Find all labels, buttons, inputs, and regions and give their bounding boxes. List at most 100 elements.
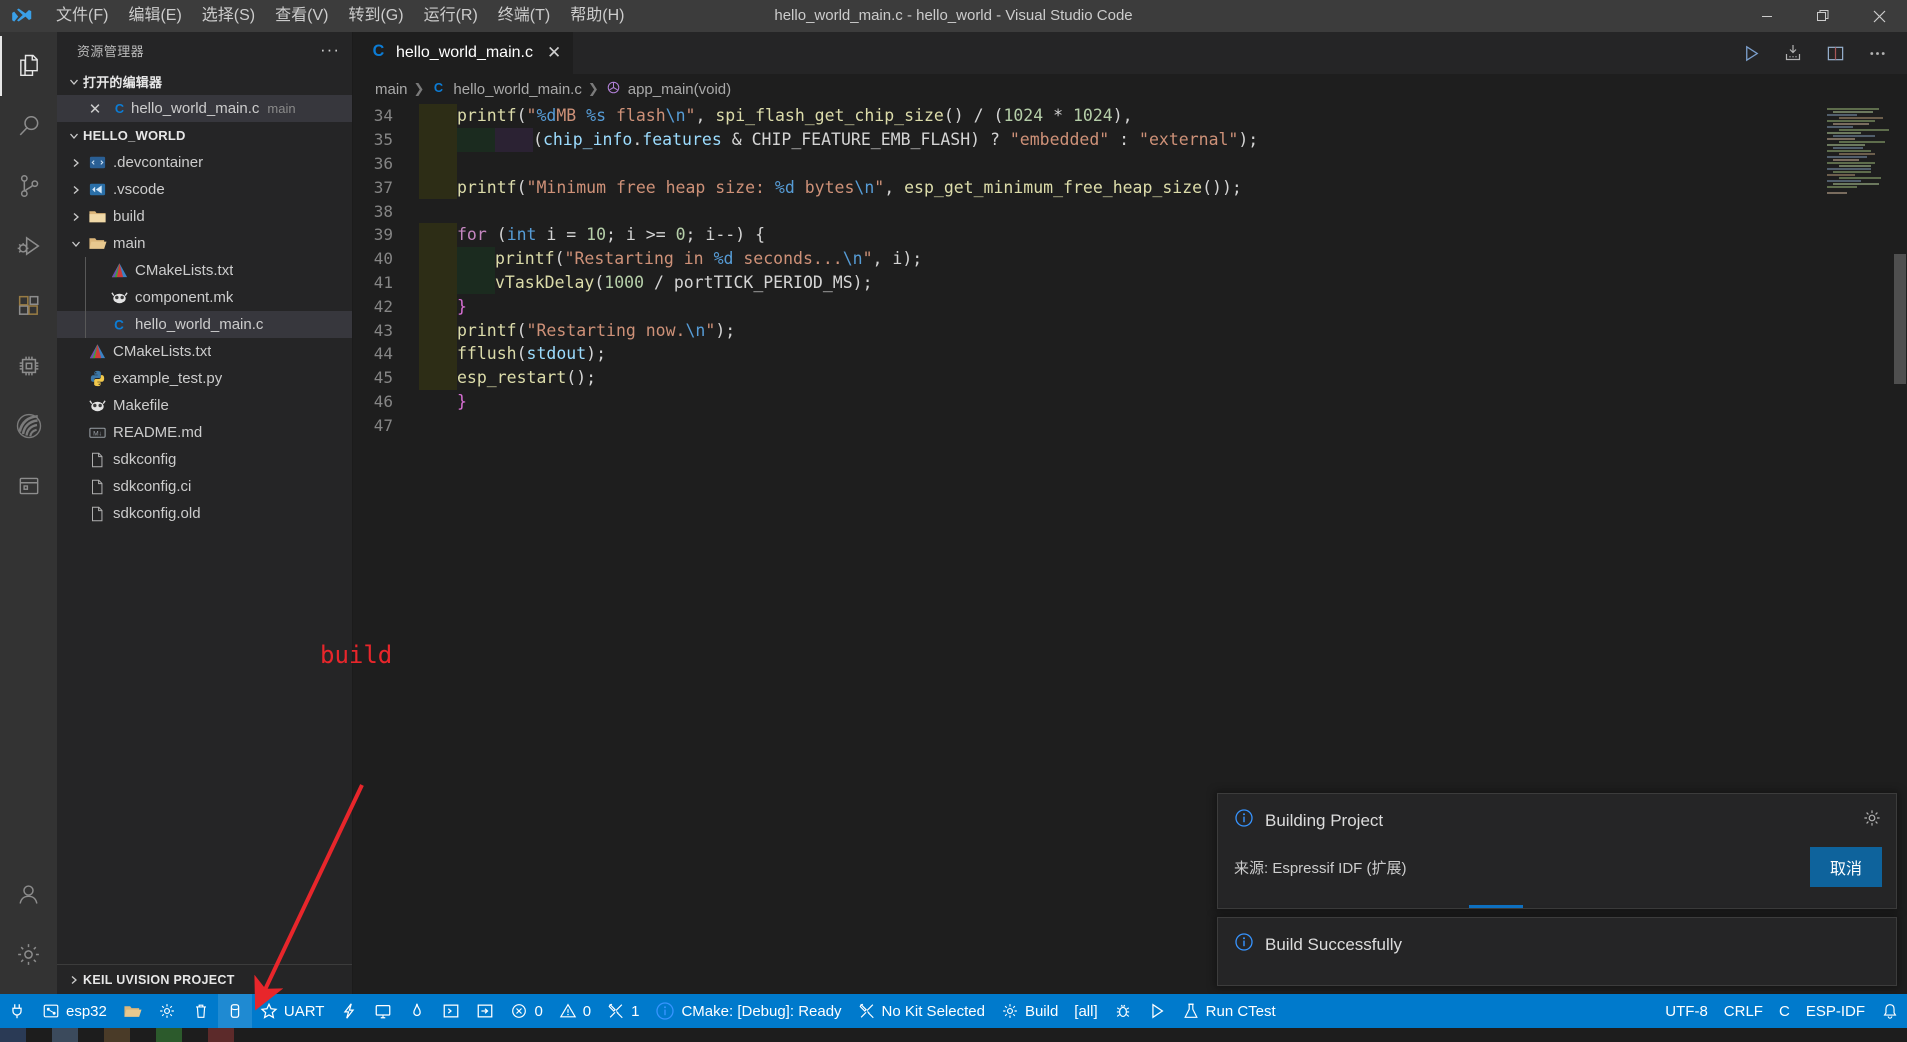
status-eol[interactable]: CRLF [1716,994,1771,1028]
status-monitor-uart[interactable]: UART [252,994,333,1028]
code-line[interactable]: 46} [353,390,1819,414]
sidebar-more-actions[interactable]: ··· [320,40,340,60]
status-cmake-build[interactable]: Build [993,994,1066,1028]
status-monitor-device[interactable] [366,994,400,1028]
tree-item-readme-md[interactable]: M↓ README.md [57,419,352,446]
code-line[interactable]: 41 vTaskDelay(1000 / portTICK_PERIOD_MS); [353,270,1819,295]
chevron-down-icon[interactable] [67,238,85,250]
status-encoding[interactable]: UTF-8 [1657,994,1716,1028]
menu-file[interactable]: 文件(F) [46,0,118,32]
menu-go[interactable]: 转到(G) [338,0,413,32]
minimize-button[interactable] [1739,0,1795,32]
tree-item-sdkconfig[interactable]: sdkconfig [57,446,352,473]
breadcrumb-main[interactable]: main [375,81,408,98]
flame-icon [408,1002,426,1020]
menu-view[interactable]: 查看(V) [265,0,338,32]
code-line[interactable]: 37 printf("Minimum free heap size: %d byt… [353,175,1819,200]
scrollbar-thumb[interactable] [1894,254,1906,384]
tree-item-build[interactable]: build [57,203,352,230]
tree-item-hello-world-main-c[interactable]: Chello_world_main.c [57,311,352,338]
code-line[interactable]: 38 [353,199,1819,223]
run-button[interactable] [1735,37,1767,69]
tab-close-icon[interactable]: ✕ [547,43,561,63]
status-warnings[interactable]: 0 [551,994,599,1028]
activity-chip[interactable] [0,336,57,396]
code-line[interactable]: 47 [353,413,1819,437]
status-errors[interactable]: 0 [502,994,550,1028]
menu-terminal[interactable]: 终端(T) [488,0,560,32]
activity-search[interactable] [0,96,57,156]
tree-item-component-mk[interactable]: component.mk [57,284,352,311]
chevron-right-icon[interactable] [67,184,85,196]
chevron-right-icon[interactable] [67,157,85,169]
code-line[interactable]: 35 (chip_info.features & CHIP_FEATURE_EMB… [353,127,1819,152]
tree-item-example-test-py[interactable]: example_test.py [57,365,352,392]
close-icon[interactable]: ✕ [83,100,107,118]
menu-run[interactable]: 运行(R) [414,0,488,32]
status-build-flash-monitor[interactable] [332,994,366,1028]
tree-item-sdkconfig-old[interactable]: sdkconfig.old [57,500,352,527]
status-open-terminal[interactable] [434,994,468,1028]
status-espidf-version[interactable]: ESP-IDF [1798,994,1873,1028]
menu-help[interactable]: 帮助(H) [560,0,634,32]
tree-item--devcontainer[interactable]: .devcontainer [57,149,352,176]
flash-download-button[interactable] [1777,37,1809,69]
close-button[interactable] [1851,0,1907,32]
activity-remote-explorer[interactable] [0,456,57,516]
tree-item-main[interactable]: main [57,230,352,257]
tree-item-cmakelists-txt[interactable]: CMakeLists.txt [57,338,352,365]
tab-hello-world-main-c[interactable]: C hello_world_main.c ✕ [353,32,575,74]
breadcrumb-file[interactable]: C hello_world_main.c [430,79,582,100]
code-line[interactable]: 43 printf("Restarting now.\n"); [353,318,1819,342]
status-target[interactable]: esp32 [34,994,115,1028]
menu-edit[interactable]: 编辑(E) [118,0,191,32]
status-build-target[interactable]: [all] [1066,994,1105,1028]
status-debug-flame[interactable] [400,994,434,1028]
code-line[interactable]: 45 esp_restart(); [353,365,1819,390]
status-cmake-status[interactable]: CMake: [Debug]: Ready [647,994,849,1028]
code-line[interactable]: 39 for (int i = 10; i >= 0; i--) { [353,222,1819,247]
activity-run-debug[interactable] [0,216,57,276]
status-language-mode[interactable]: C [1771,994,1798,1028]
status-login-shell[interactable] [468,994,502,1028]
code-line[interactable]: 44 fflush(stdout); [353,341,1819,366]
status-plug[interactable] [0,994,34,1028]
activity-explorer[interactable] [0,36,57,96]
menu-selection[interactable]: 选择(S) [192,0,265,32]
code-line[interactable]: 42} [353,294,1819,319]
tree-item--vscode[interactable]: .vscode [57,176,352,203]
status-cmake-debug[interactable] [1106,994,1140,1028]
status-flash-device[interactable] [217,994,252,1028]
status-folder-open[interactable] [115,994,150,1028]
gear-icon[interactable] [1862,808,1882,833]
cancel-button[interactable]: 取消 [1809,847,1882,887]
maximize-restore-button[interactable] [1795,0,1851,32]
tree-item-sdkconfig-ci[interactable]: sdkconfig.ci [57,473,352,500]
activity-extensions[interactable] [0,276,57,336]
chevron-right-icon[interactable] [67,211,85,223]
status-ports[interactable]: 1 [599,994,647,1028]
activity-espressif[interactable] [0,396,57,456]
tree-item-makefile[interactable]: Makefile [57,392,352,419]
status-cmake-launch[interactable] [1140,994,1174,1028]
status-run-ctest[interactable]: Run CTest [1174,994,1284,1028]
panel-keil-uvision-project[interactable]: KEIL UVISION PROJECT [57,964,352,994]
tree-item-cmakelists-txt[interactable]: CMakeLists.txt [57,257,352,284]
section-open-editors[interactable]: 打开的编辑器 [57,68,352,95]
section-workspace[interactable]: HELLO_WORLD [57,122,352,149]
code-line[interactable]: 36 [353,151,1819,176]
status-kit-select[interactable]: No Kit Selected [850,994,993,1028]
status-fullclean[interactable] [184,994,218,1028]
breadcrumb-symbol[interactable]: app_main(void) [605,79,731,100]
activity-settings[interactable] [0,924,57,984]
status-menuconfig[interactable] [150,994,184,1028]
minimap-line [1839,153,1875,155]
status-notifications-bell[interactable] [1873,994,1907,1028]
code-line[interactable]: 40 printf("Restarting in %d seconds...\n"… [353,246,1819,271]
code-line[interactable]: 34 printf("%dMB %s flash\n", spi_flash_ge… [353,104,1819,128]
split-editor-button[interactable] [1819,37,1851,69]
more-actions-button[interactable] [1861,37,1893,69]
activity-source-control[interactable] [0,156,57,216]
activity-accounts[interactable] [0,864,57,924]
open-editor-item[interactable]: ✕ C hello_world_main.c main [57,95,352,122]
